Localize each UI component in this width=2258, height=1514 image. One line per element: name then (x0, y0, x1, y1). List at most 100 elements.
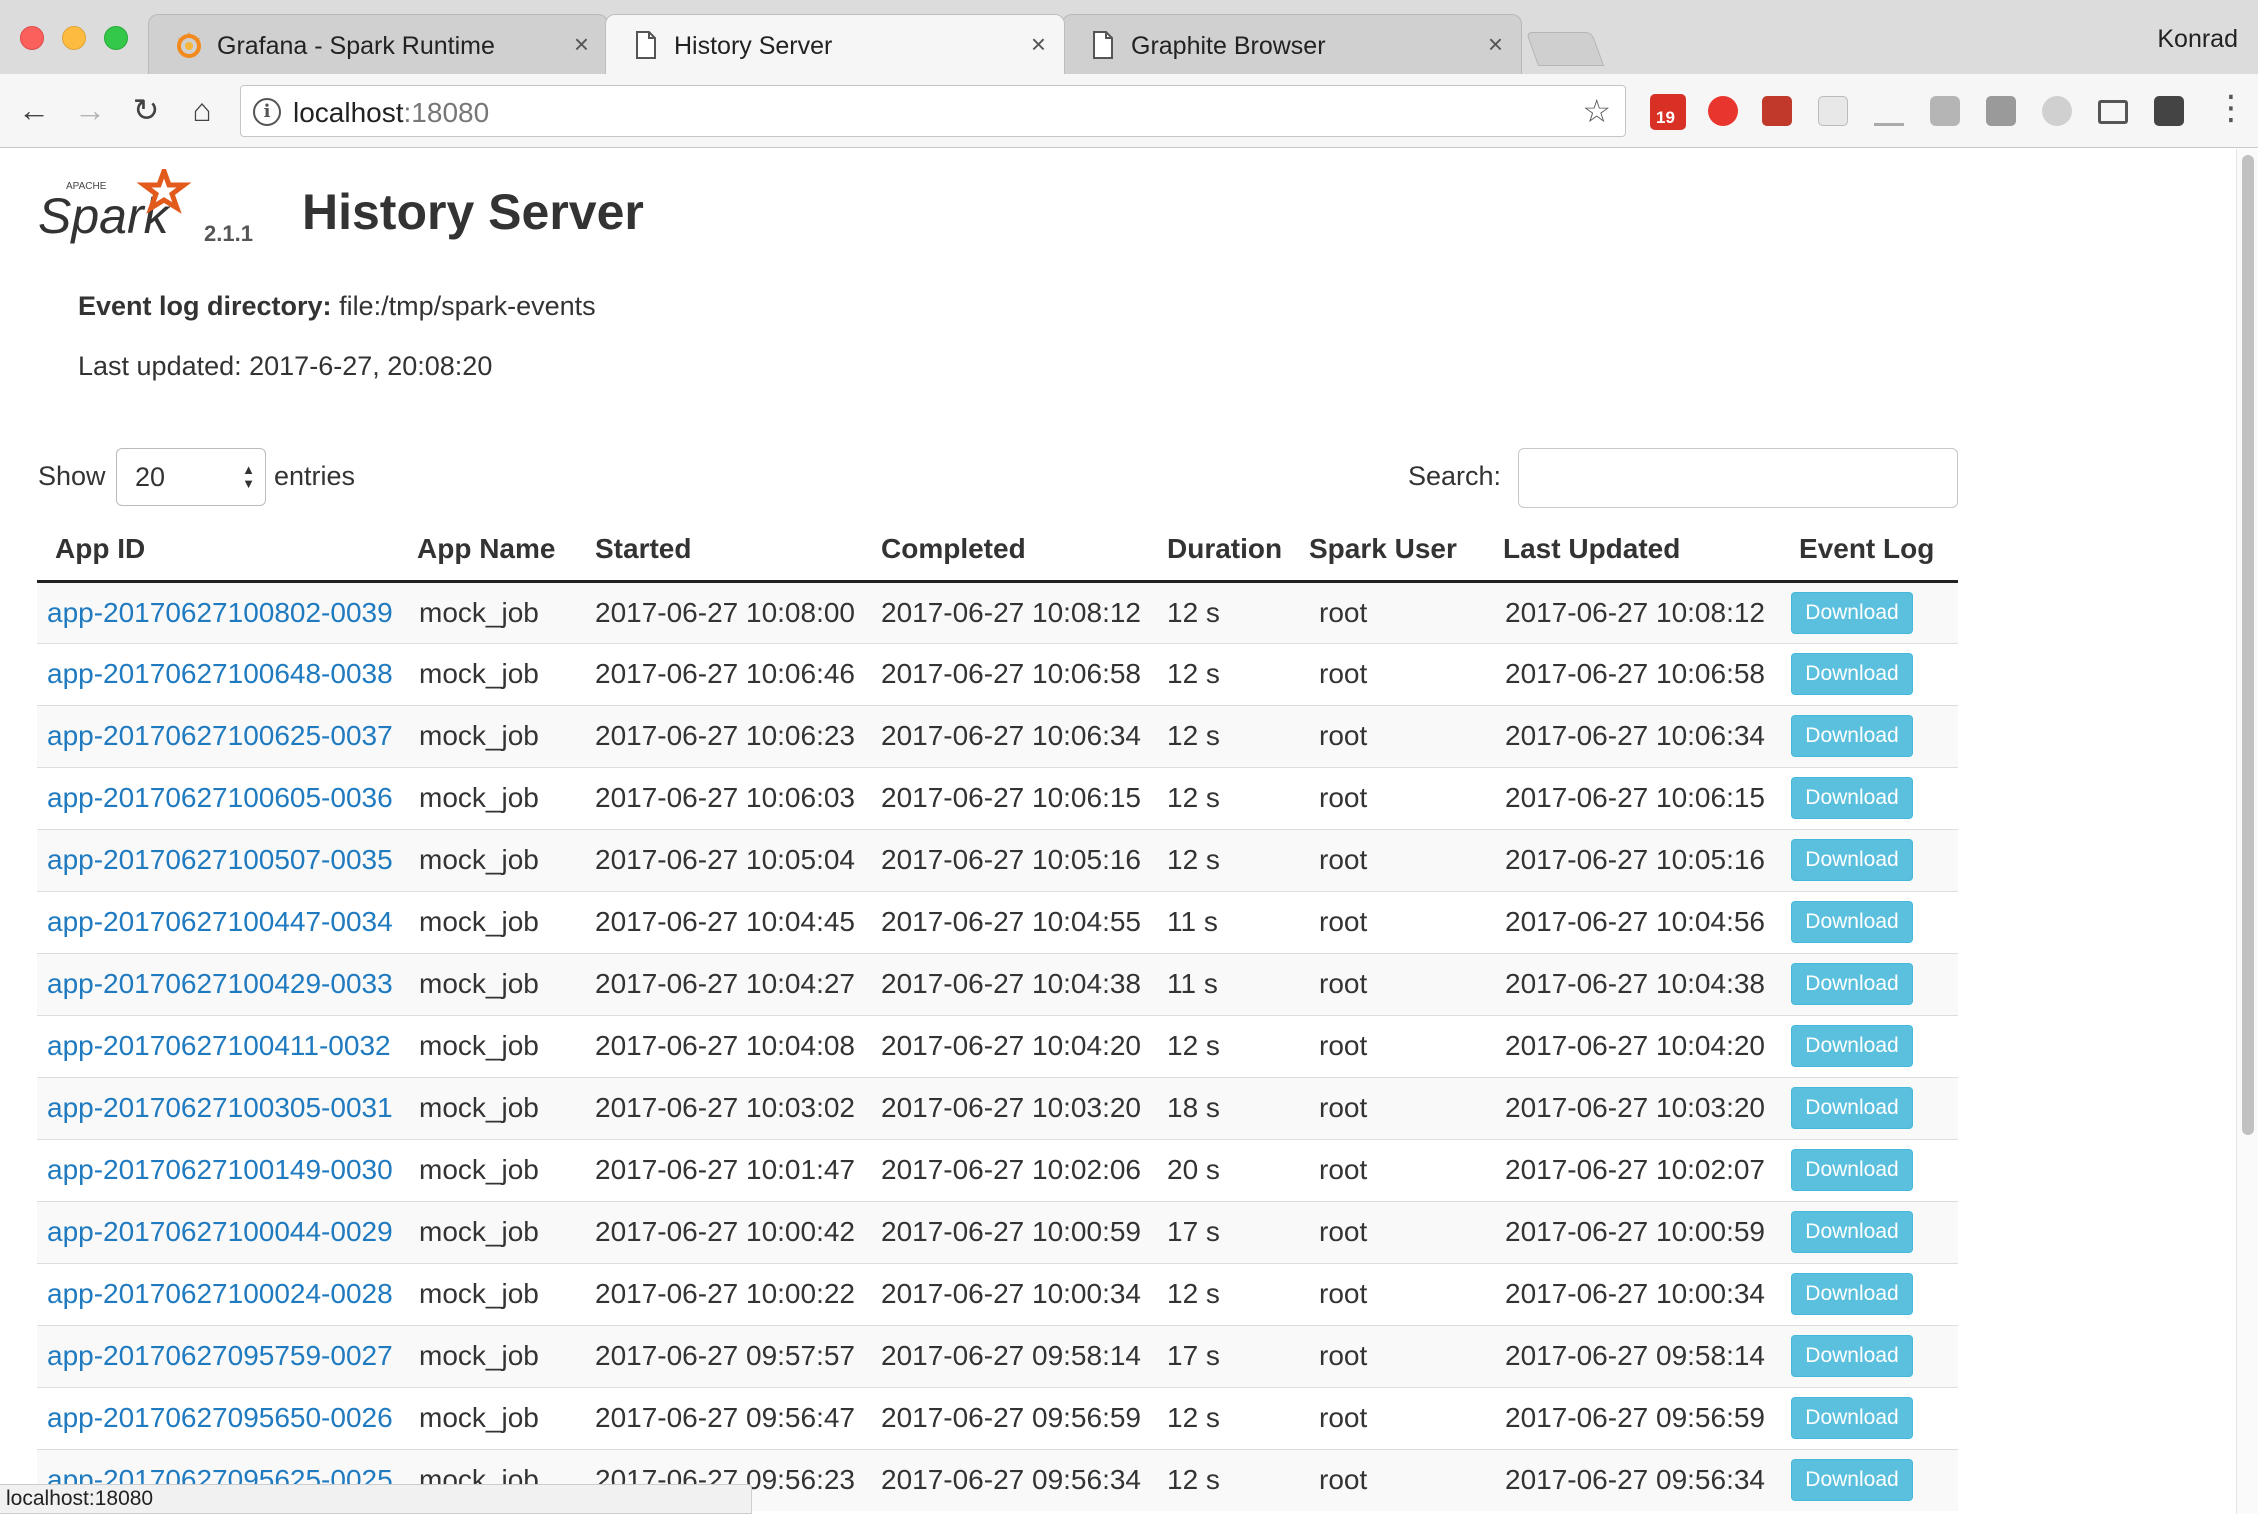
event-log-cell: Download (1781, 890, 1958, 953)
tab-history-server[interactable]: History Server × (605, 14, 1065, 74)
back-arrow-icon[interactable]: ← (14, 90, 54, 130)
app-id-link[interactable]: app-20170627100024-0028 (47, 1278, 393, 1309)
header-completed[interactable]: Completed (871, 519, 1157, 583)
bookmark-star-icon[interactable]: ☆ (1582, 92, 1611, 130)
app-id-link[interactable]: app-20170627095759-0027 (47, 1340, 393, 1371)
app-id-cell[interactable]: app-20170627100625-0037 (37, 704, 409, 767)
user-cell: root (1309, 952, 1495, 1015)
app-id-link[interactable]: app-20170627100447-0034 (47, 906, 393, 937)
angular-extension-icon[interactable] (1930, 96, 1960, 126)
cast-icon[interactable] (2098, 100, 2128, 124)
app-id-cell[interactable]: app-20170627100149-0030 (37, 1138, 409, 1201)
chrome-menu-icon[interactable]: ⋮ (2214, 88, 2248, 128)
header-app-name[interactable]: App Name (409, 519, 585, 583)
header-started[interactable]: Started (585, 519, 871, 583)
app-id-link[interactable]: app-20170627100507-0035 (47, 844, 393, 875)
download-button[interactable]: Download (1791, 963, 1913, 1005)
completed-cell: 2017-06-27 09:56:59 (871, 1386, 1157, 1449)
grafana-icon (177, 32, 201, 58)
app-id-link[interactable]: app-20170627100625-0037 (47, 720, 393, 751)
header-duration[interactable]: Duration (1157, 519, 1309, 583)
download-button[interactable]: Download (1791, 715, 1913, 757)
download-button[interactable]: Download (1791, 839, 1913, 881)
forward-arrow-icon[interactable]: → (70, 90, 110, 130)
close-tab-icon[interactable]: × (574, 29, 589, 60)
app-id-cell[interactable]: app-20170627100411-0032 (37, 1014, 409, 1077)
tools-extension-icon[interactable] (2042, 96, 2072, 126)
app-id-link[interactable]: app-20170627100648-0038 (47, 658, 393, 689)
app-id-link[interactable]: app-20170627095650-0026 (47, 1402, 393, 1433)
download-button[interactable]: Download (1791, 777, 1913, 819)
search-input[interactable] (1518, 448, 1958, 508)
duration-cell: 12 s (1157, 642, 1309, 705)
close-window-button[interactable] (20, 26, 44, 50)
address-bar[interactable]: i localhost:18080 ☆ (240, 85, 1626, 137)
app-id-cell[interactable]: app-20170627100024-0028 (37, 1262, 409, 1325)
app-id-link[interactable]: app-20170627100149-0030 (47, 1154, 393, 1185)
app-id-link[interactable]: app-20170627100305-0031 (47, 1092, 393, 1123)
drive-extension-icon[interactable] (1986, 96, 2016, 126)
app-id-cell[interactable]: app-20170627100605-0036 (37, 766, 409, 829)
app-id-cell[interactable]: app-20170627100305-0031 (37, 1076, 409, 1139)
tab-grafana[interactable]: Grafana - Spark Runtime × (148, 14, 608, 74)
site-info-icon[interactable]: i (253, 98, 281, 126)
app-id-link[interactable]: app-20170627100044-0029 (47, 1216, 393, 1247)
app-id-cell[interactable]: app-20170627100429-0033 (37, 952, 409, 1015)
app-name-cell: mock_job (409, 1324, 585, 1387)
download-button[interactable]: Download (1791, 1211, 1913, 1253)
scrollbar-thumb[interactable] (2242, 155, 2254, 1135)
download-button[interactable]: Download (1791, 1397, 1913, 1439)
app-id-link[interactable]: app-20170627100429-0033 (47, 968, 393, 999)
app-id-cell[interactable]: app-20170627095759-0027 (37, 1324, 409, 1387)
header-spark-user[interactable]: Spark User (1309, 519, 1495, 583)
bookmark-extension-icon[interactable] (1762, 96, 1792, 126)
page-viewport: APACHE Spark 2.1.1 History Server Event … (0, 149, 2236, 1514)
completed-cell: 2017-06-27 10:02:06 (871, 1138, 1157, 1201)
extension-icon[interactable] (2154, 96, 2184, 126)
tab-graphite-browser[interactable]: Graphite Browser × (1062, 14, 1522, 74)
completed-cell: 2017-06-27 09:58:14 (871, 1324, 1157, 1387)
profile-name[interactable]: Konrad (2157, 25, 2238, 54)
reload-icon[interactable]: ↻ (126, 90, 166, 130)
close-tab-icon[interactable]: × (1031, 29, 1046, 60)
app-id-link[interactable]: app-20170627100605-0036 (47, 782, 393, 813)
home-icon[interactable]: ⌂ (182, 90, 222, 130)
minimize-window-button[interactable] (62, 26, 86, 50)
download-button[interactable]: Download (1791, 1149, 1913, 1191)
app-id-cell[interactable]: app-20170627100447-0034 (37, 890, 409, 953)
app-id-cell[interactable]: app-20170627100044-0029 (37, 1200, 409, 1263)
app-id-cell[interactable]: app-20170627100507-0035 (37, 828, 409, 891)
download-button[interactable]: Download (1791, 653, 1913, 695)
header-event-log[interactable]: Event Log (1781, 519, 1958, 583)
app-name-cell: mock_job (409, 1386, 585, 1449)
maximize-window-button[interactable] (104, 26, 128, 50)
app-id-cell[interactable]: app-20170627095650-0026 (37, 1386, 409, 1449)
new-tab-button[interactable] (1525, 32, 1605, 66)
download-button[interactable]: Download (1791, 1273, 1913, 1315)
header-last-updated[interactable]: Last Updated (1495, 519, 1781, 583)
last-updated-cell: 2017-06-27 09:56:59 (1495, 1386, 1781, 1449)
browser-toolbar: ← → ↻ ⌂ i localhost:18080 ☆ 19 ⋮ (0, 74, 2258, 148)
badge-extension-icon[interactable] (1818, 96, 1848, 126)
app-id-link[interactable]: app-20170627100802-0039 (47, 597, 393, 628)
vertical-scrollbar[interactable] (2236, 149, 2258, 1514)
download-button[interactable]: Download (1791, 1335, 1913, 1377)
app-id-cell[interactable]: app-20170627100648-0038 (37, 642, 409, 705)
app-id-cell[interactable]: app-20170627100802-0039 (37, 580, 409, 643)
started-cell: 2017-06-27 09:57:57 (585, 1324, 871, 1387)
ship-extension-icon[interactable] (1874, 96, 1904, 126)
calendar-extension-icon[interactable]: 19 (1650, 94, 1686, 130)
duration-cell: 12 s (1157, 580, 1309, 643)
adblock-extension-icon[interactable] (1708, 96, 1738, 126)
download-button[interactable]: Download (1791, 1459, 1913, 1502)
entries-per-page-select[interactable]: 20 ▲ ▼ (116, 448, 266, 506)
app-id-link[interactable]: app-20170627100411-0032 (47, 1030, 391, 1061)
url-text[interactable]: localhost:18080 (293, 97, 489, 129)
download-button[interactable]: Download (1791, 1087, 1913, 1129)
close-tab-icon[interactable]: × (1488, 29, 1503, 60)
table-row: app-20170627100411-0032 mock_job 2017-06-2… (37, 1014, 1958, 1077)
download-button[interactable]: Download (1791, 901, 1913, 943)
header-app-id[interactable]: App ID (37, 519, 409, 583)
download-button[interactable]: Download (1791, 591, 1913, 634)
download-button[interactable]: Download (1791, 1025, 1913, 1067)
